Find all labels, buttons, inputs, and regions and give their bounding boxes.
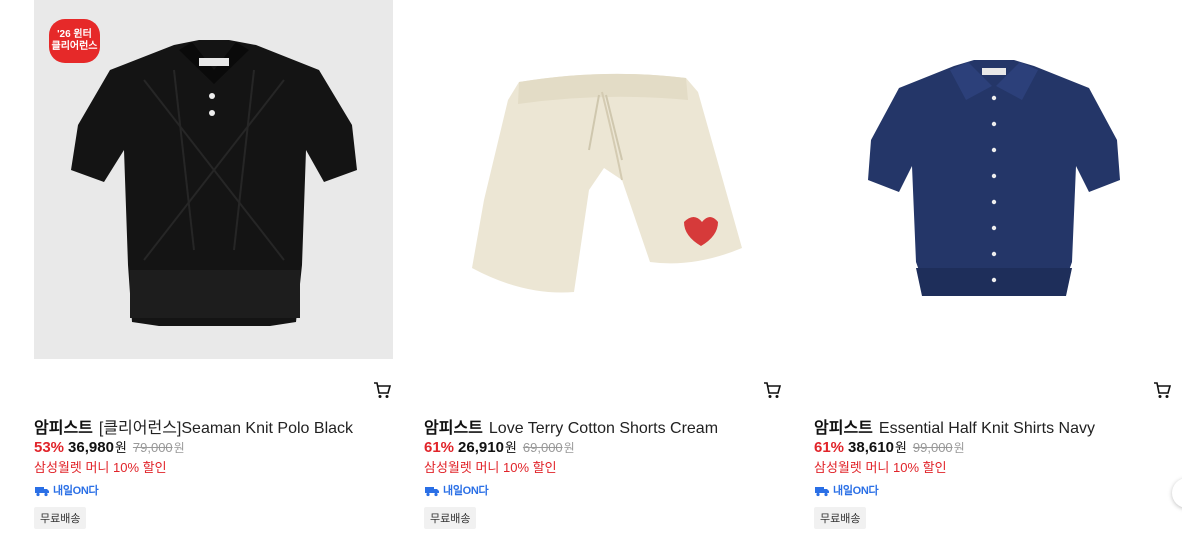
- price-row: 61% 26,910원 69,000원: [424, 437, 575, 456]
- delivery-label: 내일ON다: [833, 485, 879, 497]
- delivery-badge: 내일ON다: [424, 482, 489, 498]
- original-currency: 원: [563, 441, 575, 455]
- sale-price: 36,980: [68, 439, 114, 456]
- badge-line2: 클리어런스: [51, 41, 98, 52]
- product-name[interactable]: Love Terry Cotton Shorts Cream: [489, 420, 718, 437]
- original-price: 69,000: [522, 440, 563, 455]
- sale-price: 26,910: [458, 439, 504, 456]
- currency: 원: [114, 440, 127, 455]
- product-name[interactable]: [클리어런스]Seaman Knit Polo Black: [99, 420, 353, 437]
- promo-text: 삼성월렛 머니 10% 할인: [34, 460, 167, 475]
- product-card[interactable]: '26 윈터 클리어런스 암피스트 [클리어런스]Seaman Knit Polo…: [34, 0, 394, 529]
- original-currency: 원: [173, 441, 185, 455]
- free-shipping-tag: 무료배송: [424, 507, 477, 529]
- original-price: 99,000: [912, 440, 953, 455]
- sale-price: 38,610: [848, 439, 894, 456]
- brand-name[interactable]: 암피스트: [814, 420, 873, 437]
- cart-icon[interactable]: [373, 381, 392, 399]
- cart-icon[interactable]: [763, 381, 782, 399]
- product-image[interactable]: '26 윈터 클리어런스: [34, 0, 393, 359]
- promo-text: 삼성월렛 머니 10% 할인: [814, 460, 947, 475]
- product-title[interactable]: 암피스트 [클리어런스]Seaman Knit Polo Black: [34, 414, 353, 438]
- delivery-badge: 내일ON다: [814, 482, 879, 498]
- free-shipping-tag: 무료배송: [34, 507, 87, 529]
- discount-rate: 61%: [424, 439, 455, 456]
- product-image[interactable]: [814, 0, 1173, 359]
- product-image[interactable]: [424, 0, 783, 359]
- product-title[interactable]: 암피스트 Love Terry Cotton Shorts Cream: [424, 414, 718, 438]
- clearance-badge: '26 윈터 클리어런스: [49, 19, 100, 63]
- price-row: 53% 36,980원 79,000원: [34, 437, 185, 456]
- product-title[interactable]: 암피스트 Essential Half Knit Shirts Navy: [814, 414, 1095, 438]
- delivery-truck-icon: [35, 487, 49, 497]
- delivery-truck-icon: [425, 487, 439, 497]
- badge-line1: '26 윈터: [57, 29, 92, 40]
- product-name[interactable]: Essential Half Knit Shirts Navy: [879, 420, 1095, 437]
- delivery-label: 내일ON다: [53, 485, 99, 497]
- navy-knit-shirt-image: [868, 60, 1120, 296]
- delivery-truck-icon: [815, 487, 829, 497]
- currency: 원: [894, 440, 907, 455]
- free-shipping-tag: 무료배송: [814, 507, 867, 529]
- brand-name[interactable]: 암피스트: [424, 420, 483, 437]
- original-currency: 원: [953, 441, 965, 455]
- product-card[interactable]: 암피스트 Love Terry Cotton Shorts Cream 61% 26…: [424, 0, 784, 529]
- next-arrow-button[interactable]: [1172, 478, 1182, 508]
- brand-name[interactable]: 암피스트: [34, 420, 93, 437]
- product-card[interactable]: 암피스트 Essential Half Knit Shirts Navy 61% 3…: [814, 0, 1174, 529]
- discount-rate: 61%: [814, 439, 845, 456]
- original-price: 79,000: [132, 440, 173, 455]
- cream-shorts-image: [472, 73, 742, 293]
- promo-text: 삼성월렛 머니 10% 할인: [424, 460, 557, 475]
- currency: 원: [504, 440, 517, 455]
- price-row: 61% 38,610원 99,000원: [814, 437, 965, 456]
- cart-icon[interactable]: [1153, 381, 1172, 399]
- delivery-badge: 내일ON다: [34, 482, 99, 498]
- delivery-label: 내일ON다: [443, 485, 489, 497]
- discount-rate: 53%: [34, 439, 65, 456]
